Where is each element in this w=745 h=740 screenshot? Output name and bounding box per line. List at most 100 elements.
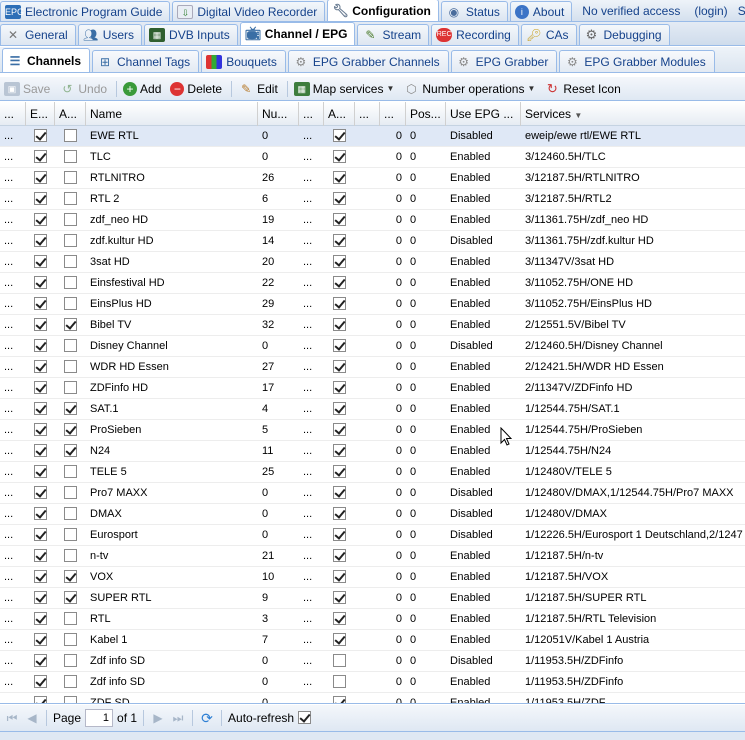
tab-channel-epg[interactable]: 📺︎ Channel / EPG <box>239 22 356 45</box>
row-actions-cell[interactable]: ... <box>0 168 26 188</box>
table-row[interactable]: ... zdf.kultur HD 14... 0 0 Disabled 3/11361.7… <box>0 231 745 252</box>
row-actions-cell[interactable]: ... <box>0 147 26 167</box>
column-header-col7[interactable]: ... <box>355 102 380 126</box>
table-row[interactable]: ... Einsfestival HD 22... 0 0 Enabled 3/11052.… <box>0 273 745 294</box>
table-row[interactable]: ... SAT.1 4... 0 0 Enabled 1/12544.75H/SAT.1 <box>0 399 745 420</box>
column-header-position[interactable]: Pos... <box>406 102 446 126</box>
enabled-checkbox[interactable] <box>34 338 47 352</box>
row-actions-cell[interactable]: ... <box>0 672 26 692</box>
auto-checkbox[interactable] <box>64 590 77 604</box>
auto-checkbox[interactable] <box>64 569 77 583</box>
tab-cas[interactable]: 🔑︎ CAs <box>520 24 577 45</box>
column-header-number[interactable]: Nu... <box>258 102 299 126</box>
enabled-checkbox[interactable] <box>34 695 47 703</box>
table-row[interactable]: ... RTL 2 6... 0 0 Enabled 3/12187.5H/RTL2 <box>0 189 745 210</box>
auto-checkbox[interactable] <box>64 506 77 520</box>
epg-auto-checkbox[interactable] <box>333 254 346 268</box>
auto-checkbox[interactable] <box>64 611 77 625</box>
row-actions-cell[interactable]: ... <box>0 231 26 251</box>
table-row[interactable]: ... VOX 10... 0 0 Enabled 1/12187.5H/VOX <box>0 567 745 588</box>
epg-auto-checkbox[interactable] <box>333 212 346 226</box>
epg-auto-checkbox[interactable] <box>333 317 346 331</box>
enabled-checkbox[interactable] <box>34 254 47 268</box>
auto-checkbox[interactable] <box>64 548 77 562</box>
auto-checkbox[interactable] <box>64 380 77 394</box>
save-button[interactable]: ▣ Save <box>2 79 55 99</box>
epg-auto-checkbox[interactable] <box>333 527 346 541</box>
enabled-checkbox[interactable] <box>34 359 47 373</box>
row-actions-cell[interactable]: ... <box>0 609 26 629</box>
enabled-checkbox[interactable] <box>34 464 47 478</box>
auto-refresh-checkbox[interactable] <box>298 710 312 724</box>
epg-auto-checkbox[interactable] <box>333 464 346 478</box>
page-number-input[interactable] <box>85 709 114 727</box>
auto-checkbox[interactable] <box>64 275 77 289</box>
row-actions-cell[interactable]: ... <box>0 126 26 146</box>
auto-checkbox[interactable] <box>64 233 77 247</box>
map-services-button[interactable]: ▦ Map services ▼ <box>292 79 400 99</box>
tab-users[interactable]: 👥︎ Users <box>77 24 143 45</box>
column-header-col8[interactable]: ... <box>380 102 406 126</box>
tab-recording[interactable]: REC Recording <box>431 24 519 45</box>
table-row[interactable]: ... ProSieben 5... 0 0 Enabled 1/12544.75H/Pro… <box>0 420 745 441</box>
row-actions-cell[interactable]: ... <box>0 399 26 419</box>
auto-checkbox[interactable] <box>64 254 77 268</box>
tab-general[interactable]: ✕ General <box>0 24 76 45</box>
enabled-checkbox[interactable] <box>34 170 47 184</box>
delete-button[interactable]: − Delete <box>168 79 227 99</box>
column-header-enabled[interactable]: E... <box>26 102 55 126</box>
tab-digital-video-recorder[interactable]: ⇩ Digital Video Recorder <box>172 1 326 21</box>
enabled-checkbox[interactable] <box>34 296 47 310</box>
row-actions-cell[interactable]: ... <box>0 252 26 272</box>
enabled-checkbox[interactable] <box>34 275 47 289</box>
table-row[interactable]: ... Bibel TV 32... 0 0 Enabled 2/12551.5V/Bibe… <box>0 315 745 336</box>
epg-auto-checkbox[interactable] <box>333 443 346 457</box>
row-actions-cell[interactable]: ... <box>0 189 26 209</box>
table-row[interactable]: ... Zdf info SD 0... 0 0 Enabled 1/11953.5H/ZD… <box>0 672 745 693</box>
row-actions-cell[interactable]: ... <box>0 546 26 566</box>
auto-checkbox[interactable] <box>64 695 77 703</box>
epg-auto-checkbox[interactable] <box>333 653 346 667</box>
epg-auto-checkbox[interactable] <box>333 590 346 604</box>
enabled-checkbox[interactable] <box>34 653 47 667</box>
row-actions-cell[interactable]: ... <box>0 336 26 356</box>
epg-auto-checkbox[interactable] <box>333 191 346 205</box>
enabled-checkbox[interactable] <box>34 674 47 688</box>
enabled-checkbox[interactable] <box>34 212 47 226</box>
column-header-services[interactable]: Services ▼ <box>521 102 745 126</box>
enabled-checkbox[interactable] <box>34 317 47 331</box>
column-header-actions[interactable]: ... <box>0 102 26 126</box>
table-row[interactable]: ... n-tv 21... 0 0 Enabled 1/12187.5H/n-tv <box>0 546 745 567</box>
table-row[interactable]: ... RTL 3... 0 0 Enabled 1/12187.5H/RTL Televi… <box>0 609 745 630</box>
auto-checkbox[interactable] <box>64 485 77 499</box>
row-actions-cell[interactable]: ... <box>0 651 26 671</box>
row-actions-cell[interactable]: ... <box>0 630 26 650</box>
epg-auto-checkbox[interactable] <box>333 695 346 703</box>
row-actions-cell[interactable]: ... <box>0 525 26 545</box>
column-header-use-epg[interactable]: Use EPG ... <box>446 102 521 126</box>
edit-button[interactable]: ✎ Edit <box>236 79 283 99</box>
row-actions-cell[interactable]: ... <box>0 378 26 398</box>
tab-epg-grabber-modules[interactable]: ⚙ EPG Grabber Modules <box>559 50 715 72</box>
last-page-icon[interactable]: ⏭ <box>170 710 186 726</box>
epg-auto-checkbox[interactable] <box>333 422 346 436</box>
refresh-icon[interactable]: ⟳ <box>199 710 215 726</box>
column-header-col5[interactable]: ... <box>299 102 324 126</box>
auto-checkbox[interactable] <box>64 296 77 310</box>
epg-auto-checkbox[interactable] <box>333 359 346 373</box>
row-actions-cell[interactable]: ... <box>0 420 26 440</box>
epg-auto-checkbox[interactable] <box>333 275 346 289</box>
row-actions-cell[interactable]: ... <box>0 693 26 703</box>
tab-debugging[interactable]: ⚙ Debugging <box>578 24 670 45</box>
epg-auto-checkbox[interactable] <box>333 632 346 646</box>
table-row[interactable]: ... Pro7 MAXX 0... 0 0 Disabled 1/12480V/DMAX,… <box>0 483 745 504</box>
table-row[interactable]: ... DMAX 0... 0 0 Disabled 1/12480V/DMAX <box>0 504 745 525</box>
table-row[interactable]: ... TLC 0... 0 0 Enabled 3/12460.5H/TLC <box>0 147 745 168</box>
auto-checkbox[interactable] <box>64 443 77 457</box>
undo-button[interactable]: ↺ Undo <box>57 79 112 99</box>
epg-auto-checkbox[interactable] <box>333 170 346 184</box>
auto-checkbox[interactable] <box>64 422 77 436</box>
column-header-name[interactable]: Name <box>86 102 258 126</box>
enabled-checkbox[interactable] <box>34 443 47 457</box>
auto-checkbox[interactable] <box>64 401 77 415</box>
